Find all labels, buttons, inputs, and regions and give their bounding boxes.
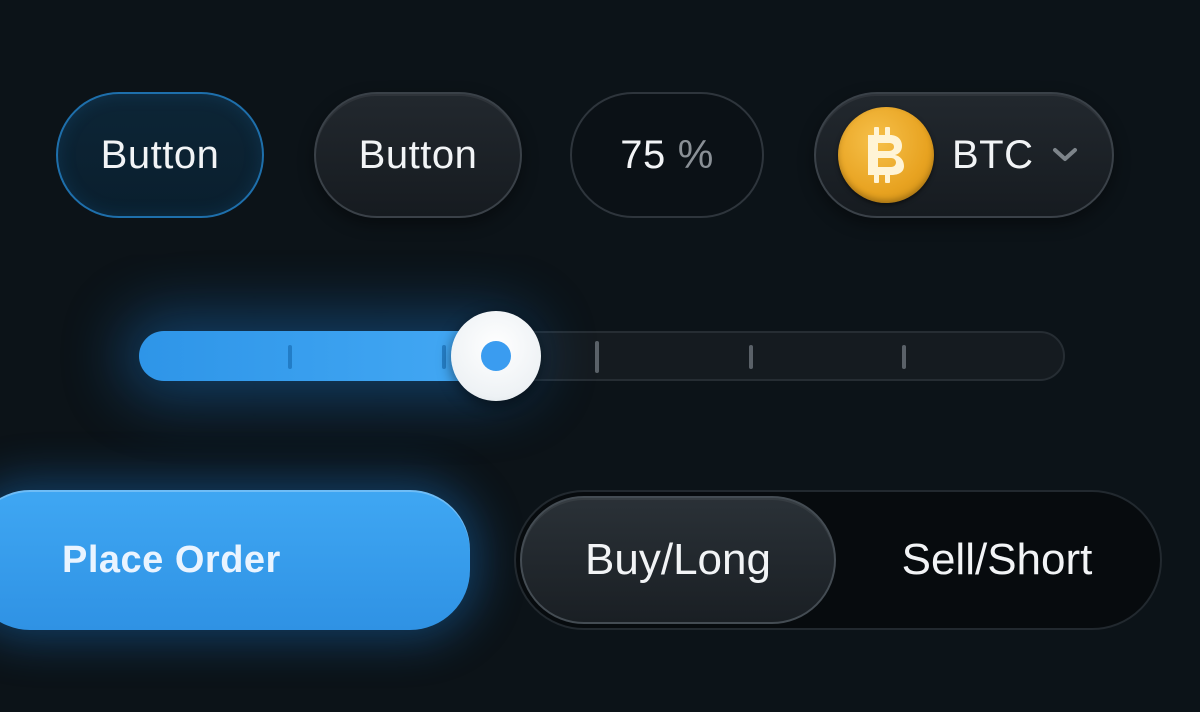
bitcoin-icon	[838, 107, 934, 203]
percent-input[interactable]: 75 %	[570, 92, 764, 218]
slider-thumb[interactable]	[451, 311, 541, 401]
slider-tick	[442, 345, 446, 369]
chevron-down-icon	[1052, 147, 1078, 163]
secondary-button[interactable]: Button	[314, 92, 522, 218]
coin-select-dropdown[interactable]: BTC	[814, 92, 1114, 218]
buy-long-option[interactable]: Buy/Long	[520, 496, 836, 624]
slider-tick	[749, 345, 753, 369]
primary-button[interactable]: Button	[56, 92, 264, 218]
slider-tick	[595, 341, 599, 373]
place-order-button[interactable]: Place Order	[0, 490, 470, 630]
slider-thumb-dot	[481, 341, 511, 371]
slider-tick	[288, 345, 292, 369]
slider-tick	[902, 345, 906, 369]
percent-unit: %	[677, 132, 714, 177]
percent-value: 75	[620, 132, 666, 177]
sell-short-option[interactable]: Sell/Short	[838, 496, 1156, 624]
coin-symbol: BTC	[952, 132, 1034, 177]
